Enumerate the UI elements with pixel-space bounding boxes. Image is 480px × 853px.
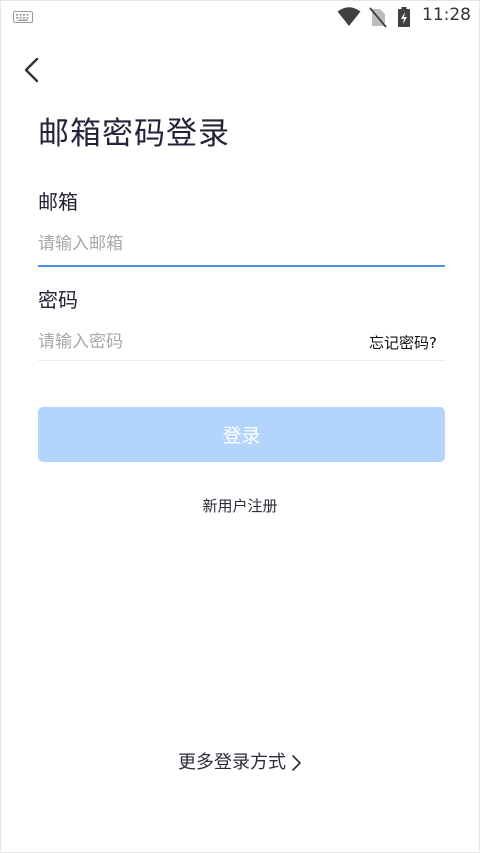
chevron-right-icon — [292, 755, 301, 771]
password-label: 密码 — [38, 288, 78, 312]
register-label: 新用户注册 — [202, 497, 278, 515]
status-time: 11:28 — [422, 5, 471, 25]
status-bar: 11:28 — [0, 0, 480, 34]
back-button[interactable] — [18, 54, 48, 88]
email-input[interactable] — [38, 229, 445, 259]
password-underline — [38, 360, 445, 361]
more-login-button[interactable]: 更多登录方式 — [0, 748, 480, 774]
battery-charging-icon — [398, 7, 410, 27]
forgot-password-link[interactable]: 忘记密码? — [369, 332, 437, 353]
keyboard-icon — [13, 11, 33, 23]
email-underline — [38, 265, 445, 267]
page-title: 邮箱密码登录 — [38, 116, 230, 152]
login-button[interactable]: 登录 — [38, 407, 445, 462]
chevron-left-icon — [24, 57, 39, 83]
no-sim-icon — [369, 7, 387, 28]
email-label: 邮箱 — [38, 190, 78, 214]
password-input[interactable] — [38, 327, 338, 357]
more-login-label: 更多登录方式 — [178, 752, 286, 773]
wifi-icon — [337, 7, 361, 26]
register-link[interactable]: 新用户注册 — [0, 495, 480, 516]
